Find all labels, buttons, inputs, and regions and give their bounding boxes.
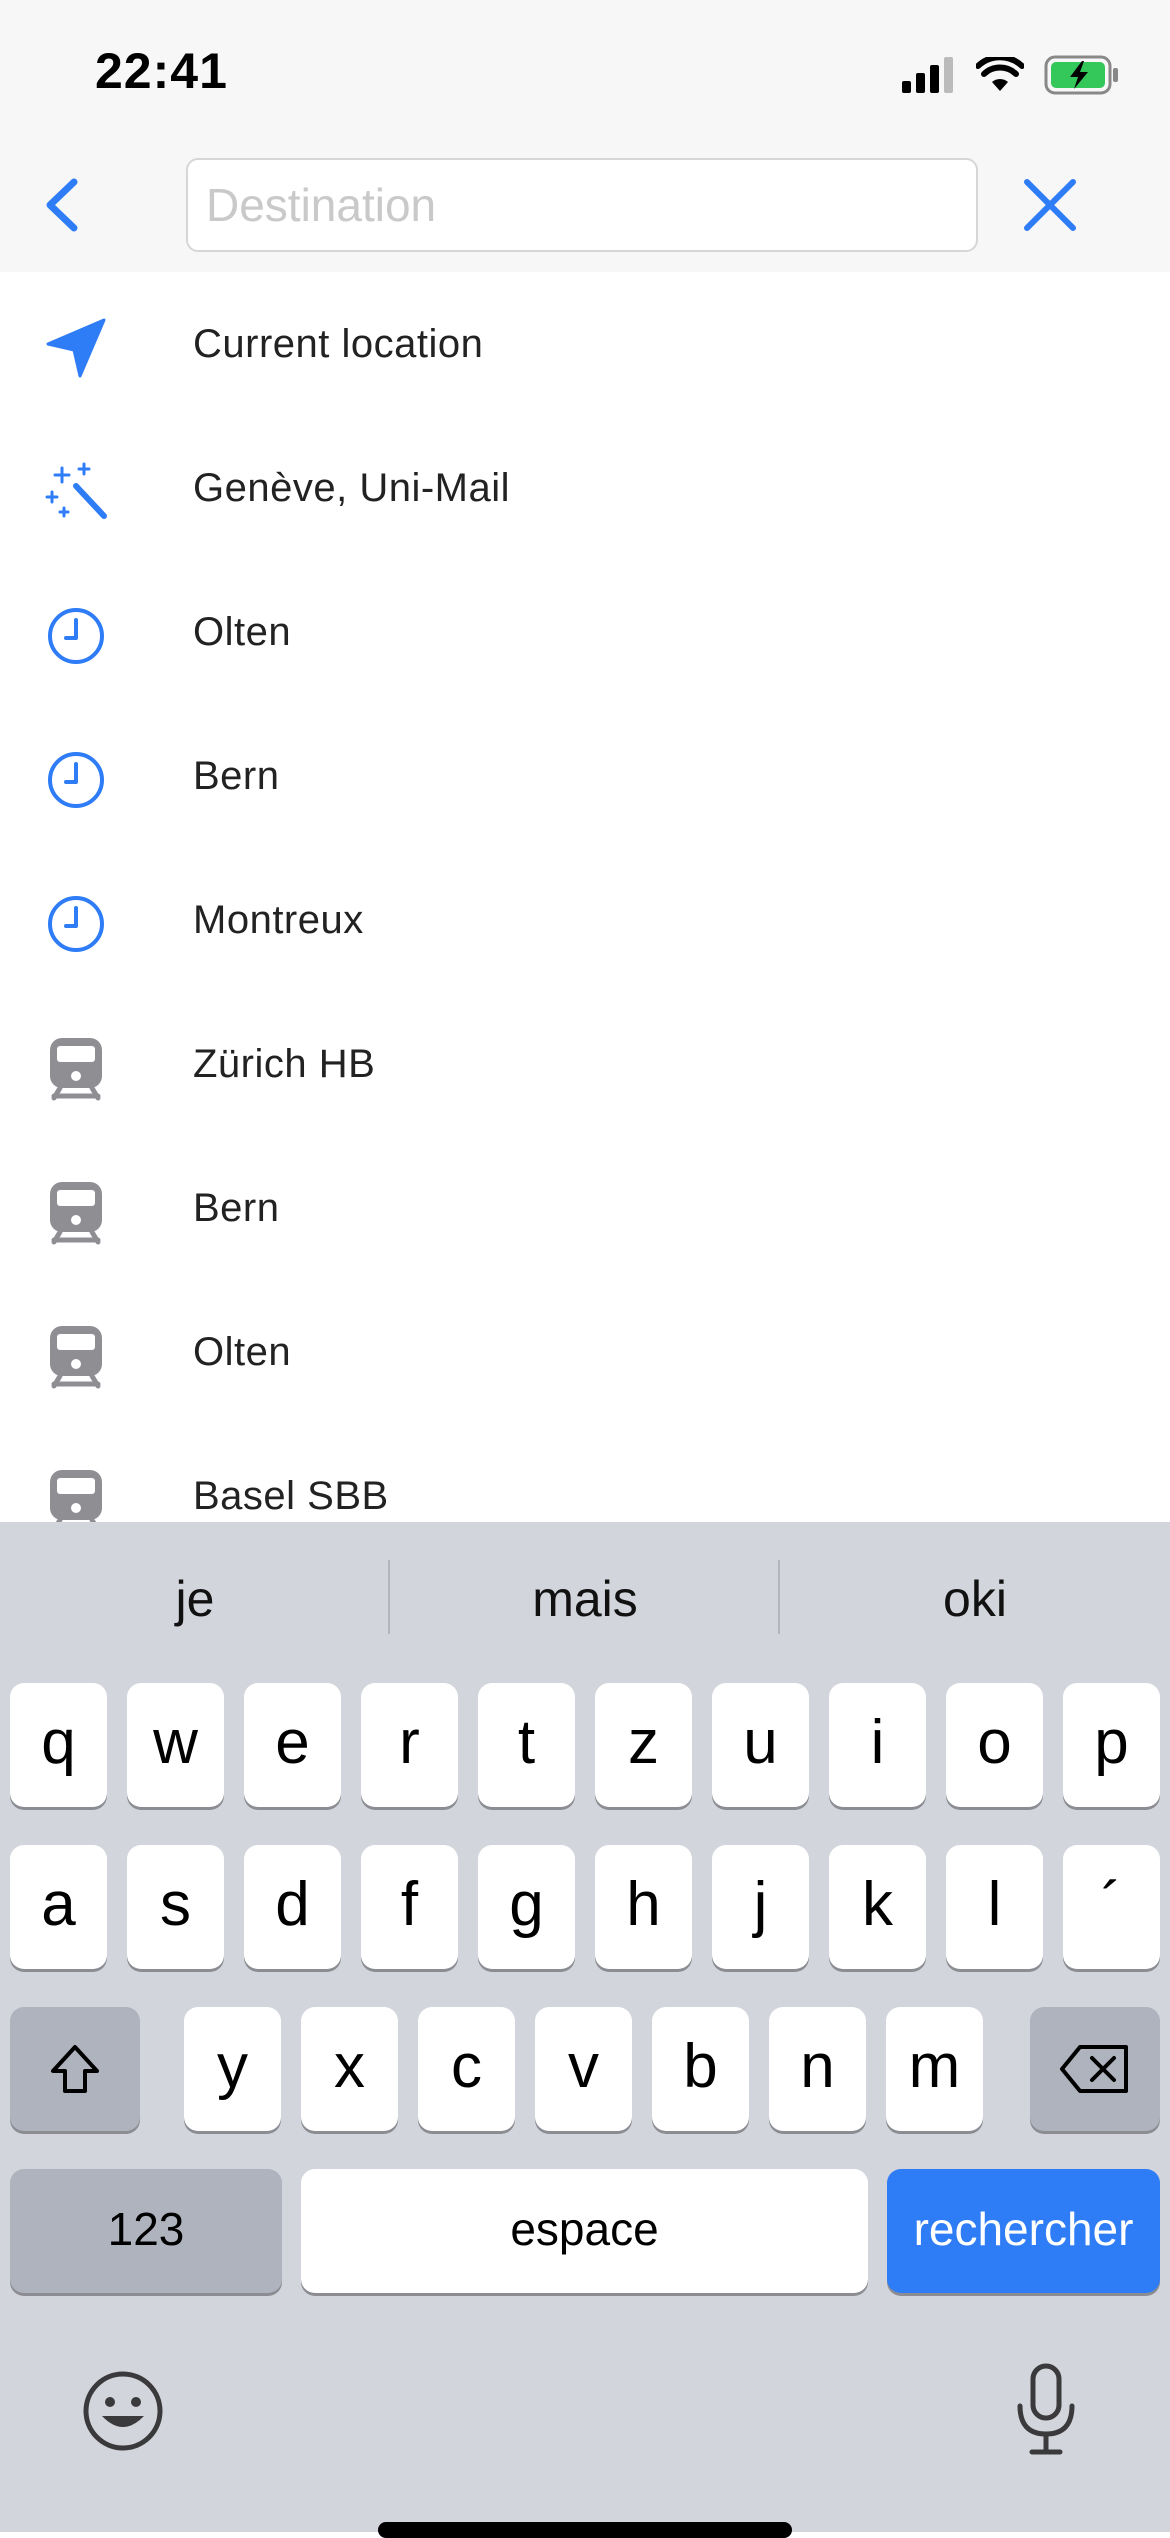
suggestion-3[interactable]: oki (780, 1522, 1170, 1677)
key-n[interactable]: n (769, 2007, 866, 2131)
clear-button[interactable] (1015, 170, 1085, 240)
list-item-label: Olten (193, 1330, 292, 1374)
keyboard: je mais oki q w e r t z u i o p a s d f … (0, 1522, 1170, 2538)
key-x[interactable]: x (301, 2007, 398, 2131)
wifi-icon (976, 57, 1024, 91)
chevron-left-icon (46, 178, 78, 232)
home-indicator[interactable] (378, 2522, 792, 2538)
status-bar: 22:41 (0, 0, 1170, 140)
key-c[interactable]: c (418, 2007, 515, 2131)
train-icon (50, 1326, 102, 1389)
backspace-icon (1060, 2045, 1128, 2093)
key-g[interactable]: g (478, 1845, 575, 1969)
list-item-recent[interactable]: Olten (0, 560, 1170, 704)
shift-key[interactable] (10, 2007, 140, 2131)
key-a[interactable]: a (10, 1845, 107, 1969)
numbers-key[interactable]: 123 (10, 2169, 282, 2293)
key-u[interactable]: u (712, 1683, 809, 1807)
suggestion-1[interactable]: je (0, 1522, 390, 1677)
key-q[interactable]: q (10, 1683, 107, 1807)
key-p[interactable]: p (1063, 1683, 1160, 1807)
emoji-button[interactable] (82, 2370, 164, 2452)
key-r[interactable]: r (361, 1683, 458, 1807)
key-y[interactable]: y (184, 2007, 281, 2131)
list-item-station[interactable]: Zürich HB (0, 992, 1170, 1136)
key-m[interactable]: m (886, 2007, 983, 2131)
key-l[interactable]: l (946, 1845, 1043, 1969)
key-acute-accent[interactable]: ´ (1063, 1845, 1160, 1969)
microphone-icon (1017, 2363, 1075, 2455)
search-key[interactable]: rechercher (887, 2169, 1160, 2293)
key-i[interactable]: i (829, 1683, 926, 1807)
key-o[interactable]: o (946, 1683, 1043, 1807)
shift-icon (51, 2045, 99, 2093)
list-item-label: Basel SBB (193, 1474, 389, 1518)
predictive-bar: je mais oki (0, 1522, 1170, 1677)
back-button[interactable] (30, 170, 100, 240)
key-v[interactable]: v (535, 2007, 632, 2131)
train-icon (50, 1182, 102, 1245)
list-item-label: Current location (193, 322, 484, 366)
key-z[interactable]: z (595, 1683, 692, 1807)
key-h[interactable]: h (595, 1845, 692, 1969)
list-item-label: Bern (193, 1186, 280, 1230)
navigation-bar (0, 140, 1170, 274)
key-t[interactable]: t (478, 1683, 575, 1807)
key-e[interactable]: e (244, 1683, 341, 1807)
suggestion-list: Current location Genève, Uni-Mail Olten … (0, 272, 1170, 1522)
list-item-recent[interactable]: Montreux (0, 848, 1170, 992)
status-icons (902, 50, 1120, 100)
key-d[interactable]: d (244, 1845, 341, 1969)
battery-charging-icon (1044, 55, 1118, 95)
list-item-suggestion[interactable]: Genève, Uni-Mail (0, 416, 1170, 560)
status-time: 22:41 (95, 43, 228, 99)
list-item-label: Olten (193, 610, 292, 654)
list-item-station[interactable]: Basel SBB (0, 1424, 1170, 1522)
location-arrow-icon (46, 318, 106, 378)
clock-icon (48, 752, 104, 808)
close-icon (1024, 179, 1076, 231)
list-item-label: Zürich HB (193, 1042, 376, 1086)
clock-icon (48, 896, 104, 952)
destination-input[interactable] (186, 158, 978, 252)
dictation-button[interactable] (1006, 2362, 1086, 2458)
train-icon (50, 1470, 102, 1522)
list-item-label: Montreux (193, 898, 364, 942)
list-item-current-location[interactable]: Current location (0, 272, 1170, 416)
list-item-label: Genève, Uni-Mail (193, 466, 511, 510)
key-k[interactable]: k (829, 1845, 926, 1969)
space-key[interactable]: espace (301, 2169, 868, 2293)
signal-icon (902, 57, 953, 93)
list-item-recent[interactable]: Bern (0, 704, 1170, 848)
key-f[interactable]: f (361, 1845, 458, 1969)
list-item-station[interactable]: Bern (0, 1136, 1170, 1280)
emoji-icon (83, 2371, 163, 2451)
train-icon (50, 1038, 102, 1101)
key-j[interactable]: j (712, 1845, 809, 1969)
key-b[interactable]: b (652, 2007, 749, 2131)
clock-icon (48, 608, 104, 664)
list-item-label: Bern (193, 754, 280, 798)
list-item-station[interactable]: Olten (0, 1280, 1170, 1424)
magic-wand-icon (45, 462, 107, 519)
delete-key[interactable] (1030, 2007, 1160, 2131)
suggestion-2[interactable]: mais (390, 1522, 780, 1677)
key-s[interactable]: s (127, 1845, 224, 1969)
key-w[interactable]: w (127, 1683, 224, 1807)
